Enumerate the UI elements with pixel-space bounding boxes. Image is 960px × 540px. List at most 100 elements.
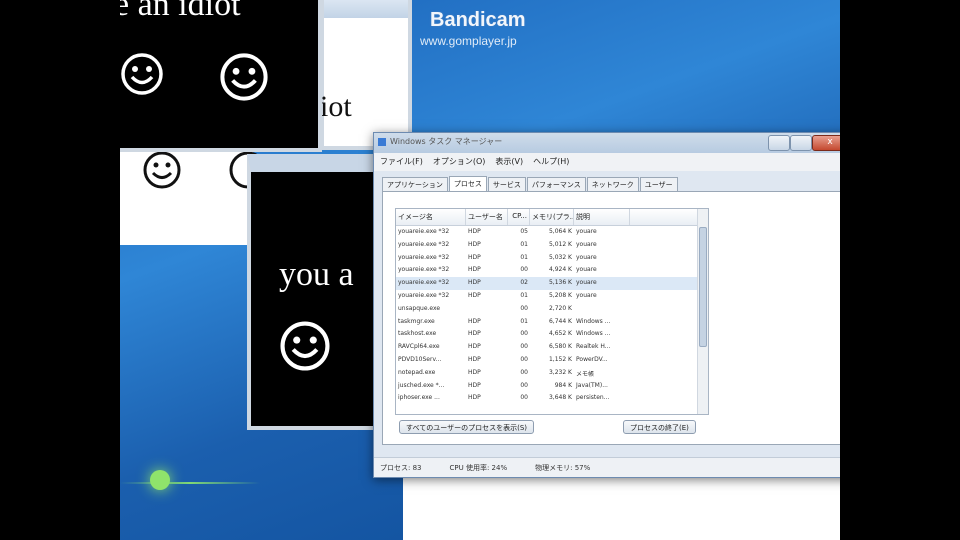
cell-memory: 3,232 K (548, 368, 572, 376)
end-process-button[interactable]: プロセスの終了(E) (623, 420, 696, 434)
popup-window-front[interactable]: you a (247, 154, 382, 430)
process-rows: youareie.exe *32 HDP 05 5,064 Kyouare youare… (396, 226, 708, 405)
smiley-icon (280, 321, 330, 371)
status-bar: プロセス: 83 CPU 使用率: 24% 物理メモリ: 57% (374, 457, 840, 477)
cell-memory: 3,648 K (548, 394, 572, 402)
cell-image-name: youareie.exe *32 (398, 253, 450, 261)
menu-file[interactable]: ファイル(F) (380, 156, 423, 168)
table-row[interactable]: youareie.exe *32 HDP 00 4,924 K youare (396, 264, 708, 277)
show-all-users-button[interactable]: すべてのユーザーのプロセスを表示(S) (399, 420, 534, 434)
table-row[interactable]: youareie.exe *32 HDP 05 5,064 K youare (396, 226, 708, 239)
cell-user-name: HDP (468, 368, 481, 376)
cell-description: youare (576, 279, 597, 287)
table-row[interactable]: youareie.exe *32 HDP 02 5,136 K youare (396, 277, 708, 290)
cell-description: Windows ... (576, 330, 611, 338)
cell-description: youare (576, 253, 597, 261)
cell-memory: 5,012 K (548, 240, 572, 248)
task-manager-titlebar[interactable]: Windows タスク マネージャー x (374, 133, 840, 153)
cell-image-name: unsapque.exe (398, 304, 441, 312)
cell-user-name: HDP (468, 394, 481, 402)
maximize-button[interactable] (790, 135, 812, 151)
cell-image-name: notepad.exe (398, 368, 436, 376)
status-processes: プロセス: 83 (380, 464, 422, 472)
cell-description: メモ帳 (576, 370, 595, 378)
table-row[interactable]: taskhost.exe HDP 00 4,652 K Windows ... (396, 328, 708, 341)
popup-back-text: iot (320, 90, 352, 123)
task-manager-window[interactable]: Windows タスク マネージャー x ファイル(F) オプション(O) 表示… (373, 132, 840, 478)
cell-memory: 1,152 K (548, 355, 572, 363)
popup-window-back[interactable]: iot (320, 0, 412, 150)
cell-user-name: HDP (468, 266, 481, 274)
column-description[interactable]: 説明 (574, 209, 630, 225)
cell-cpu: 01 (520, 240, 528, 248)
cell-image-name: PDVD10Serv... (398, 355, 442, 363)
table-row[interactable]: iphoser.exe ... HDP 00 3,648 K persisten... (396, 392, 708, 405)
table-row[interactable]: youareie.exe *32 HDP 01 5,032 K youare (396, 252, 708, 265)
table-row[interactable]: jusched.exe *... HDP 00 984 K Java(TM)... (396, 380, 708, 393)
popup-window-main[interactable]: e an idiot (120, 0, 322, 152)
menu-options[interactable]: オプション(O) (433, 156, 486, 168)
cell-description: Windows ... (576, 317, 611, 325)
letterbox-right (840, 0, 960, 540)
cell-cpu: 00 (520, 266, 528, 274)
close-button[interactable]: x (812, 135, 840, 151)
table-row[interactable]: PDVD10Serv... HDP 00 1,152 K PowerDV... (396, 354, 708, 367)
cell-image-name: youareie.exe *32 (398, 228, 450, 235)
cell-cpu: 01 (520, 317, 528, 325)
cell-description: PowerDV... (576, 355, 608, 363)
cell-cpu: 00 (520, 394, 528, 402)
process-list[interactable]: イメージ名 ユーザー名 CP... メモリ(プラ... 説明 youareie.… (395, 208, 709, 415)
cell-user-name: HDP (468, 253, 481, 261)
cell-image-name: taskmgr.exe (398, 317, 435, 325)
column-memory[interactable]: メモリ(プラ... (530, 209, 574, 225)
status-memory: 物理メモリ: 57% (535, 464, 591, 472)
letterbox-left (0, 0, 120, 540)
column-image-name[interactable]: イメージ名 (396, 209, 466, 225)
menu-help[interactable]: ヘルプ(H) (533, 156, 569, 168)
cell-image-name: youareie.exe *32 (398, 279, 450, 287)
cell-memory: 5,208 K (548, 291, 572, 299)
cell-user-name (466, 303, 508, 316)
cell-user-name: HDP (468, 279, 481, 287)
cell-cpu: 00 (520, 343, 528, 351)
minimize-button[interactable] (768, 135, 790, 151)
menu-view[interactable]: 表示(V) (495, 156, 523, 168)
cell-cpu: 00 (520, 330, 528, 338)
table-row[interactable]: notepad.exe HDP 00 3,232 K メモ帳 (396, 367, 708, 380)
cell-description: youare (576, 266, 597, 274)
popup-main-text: e an idiot (120, 0, 241, 23)
cell-cpu: 01 (520, 291, 528, 299)
scrollbar-thumb[interactable] (699, 227, 707, 347)
table-row[interactable]: unsapque.exe 00 2,720 K (396, 303, 708, 316)
column-cpu[interactable]: CP... (508, 209, 530, 225)
cell-cpu: 01 (520, 253, 528, 261)
tab-processes[interactable]: プロセス (448, 176, 487, 192)
cell-image-name: youareie.exe *32 (398, 240, 450, 248)
cell-description: Realtek H... (576, 343, 611, 351)
menu-bar: ファイル(F) オプション(O) 表示(V) ヘルプ(H) (374, 153, 840, 171)
vertical-scrollbar[interactable] (697, 209, 708, 414)
popup-back-titlebar[interactable] (324, 0, 408, 18)
cell-memory: 6,580 K (548, 343, 572, 351)
table-row[interactable]: youareie.exe *32 HDP 01 5,208 K youare (396, 290, 708, 303)
table-row[interactable]: youareie.exe *32 HDP 01 5,012 K youare (396, 239, 708, 252)
cell-image-name: jusched.exe *... (398, 381, 445, 389)
cell-user-name: HDP (468, 355, 481, 363)
cell-image-name: youareie.exe *32 (398, 291, 450, 299)
cell-cpu: 05 (520, 228, 528, 235)
cell-user-name: HDP (468, 228, 481, 235)
table-row[interactable]: RAVCpl64.exe HDP 00 6,580 K Realtek H... (396, 341, 708, 354)
popup-window-lower (120, 150, 267, 245)
cell-cpu: 02 (520, 279, 528, 287)
table-row[interactable]: taskmgr.exe HDP 01 6,744 K Windows ... (396, 316, 708, 329)
cell-user-name: HDP (468, 240, 481, 248)
column-user-name[interactable]: ユーザー名 (466, 209, 508, 225)
cell-cpu: 00 (520, 381, 528, 389)
cell-memory: 2,720 K (548, 304, 572, 312)
cell-image-name: iphoser.exe ... (398, 394, 440, 402)
task-manager-icon (378, 138, 386, 146)
cell-user-name: HDP (468, 317, 481, 325)
smiley-icon (143, 151, 181, 189)
cell-user-name: HDP (468, 291, 481, 299)
glow-orb (150, 470, 170, 490)
